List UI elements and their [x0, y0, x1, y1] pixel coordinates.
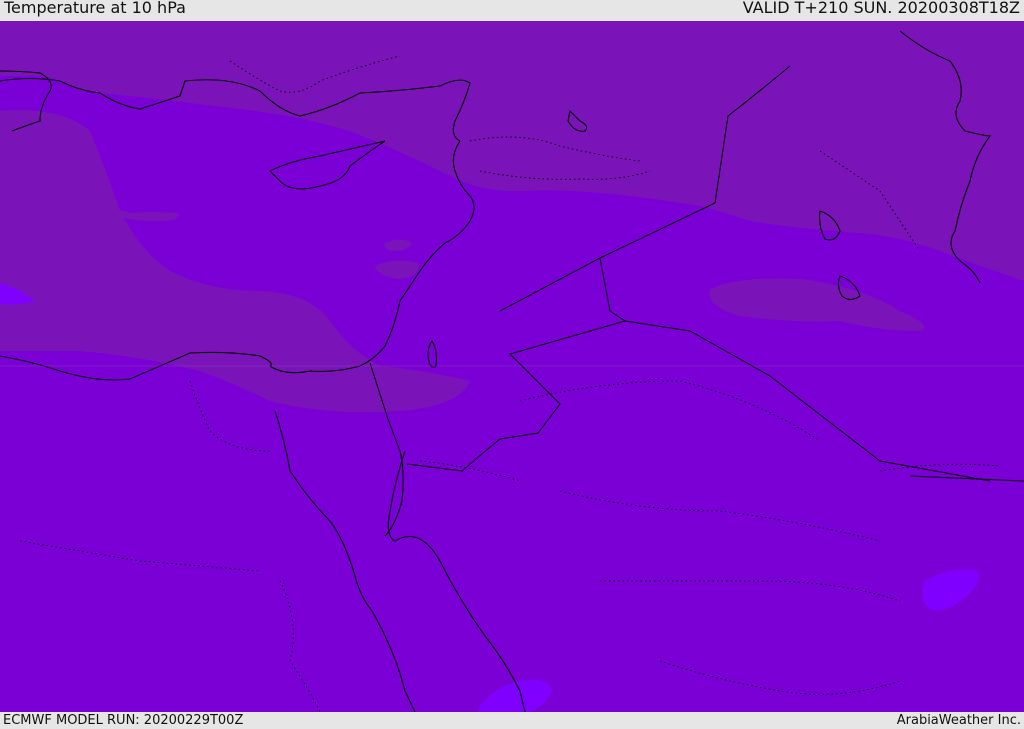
valid-time: VALID T+210 SUN. 20200308T18Z — [742, 0, 1020, 17]
model-run: ECMWF MODEL RUN: 20200229T00Z — [3, 713, 244, 728]
map-footer: ECMWF MODEL RUN: 20200229T00Z ArabiaWeat… — [0, 712, 1024, 729]
map-header: Temperature at 10 hPa VALID T+210 SUN. 2… — [0, 0, 1024, 21]
temperature-map[interactable] — [0, 21, 1024, 712]
map-title: Temperature at 10 hPa — [4, 0, 186, 17]
credit: ArabiaWeather Inc. — [896, 713, 1021, 728]
map-canvas — [0, 21, 1024, 712]
